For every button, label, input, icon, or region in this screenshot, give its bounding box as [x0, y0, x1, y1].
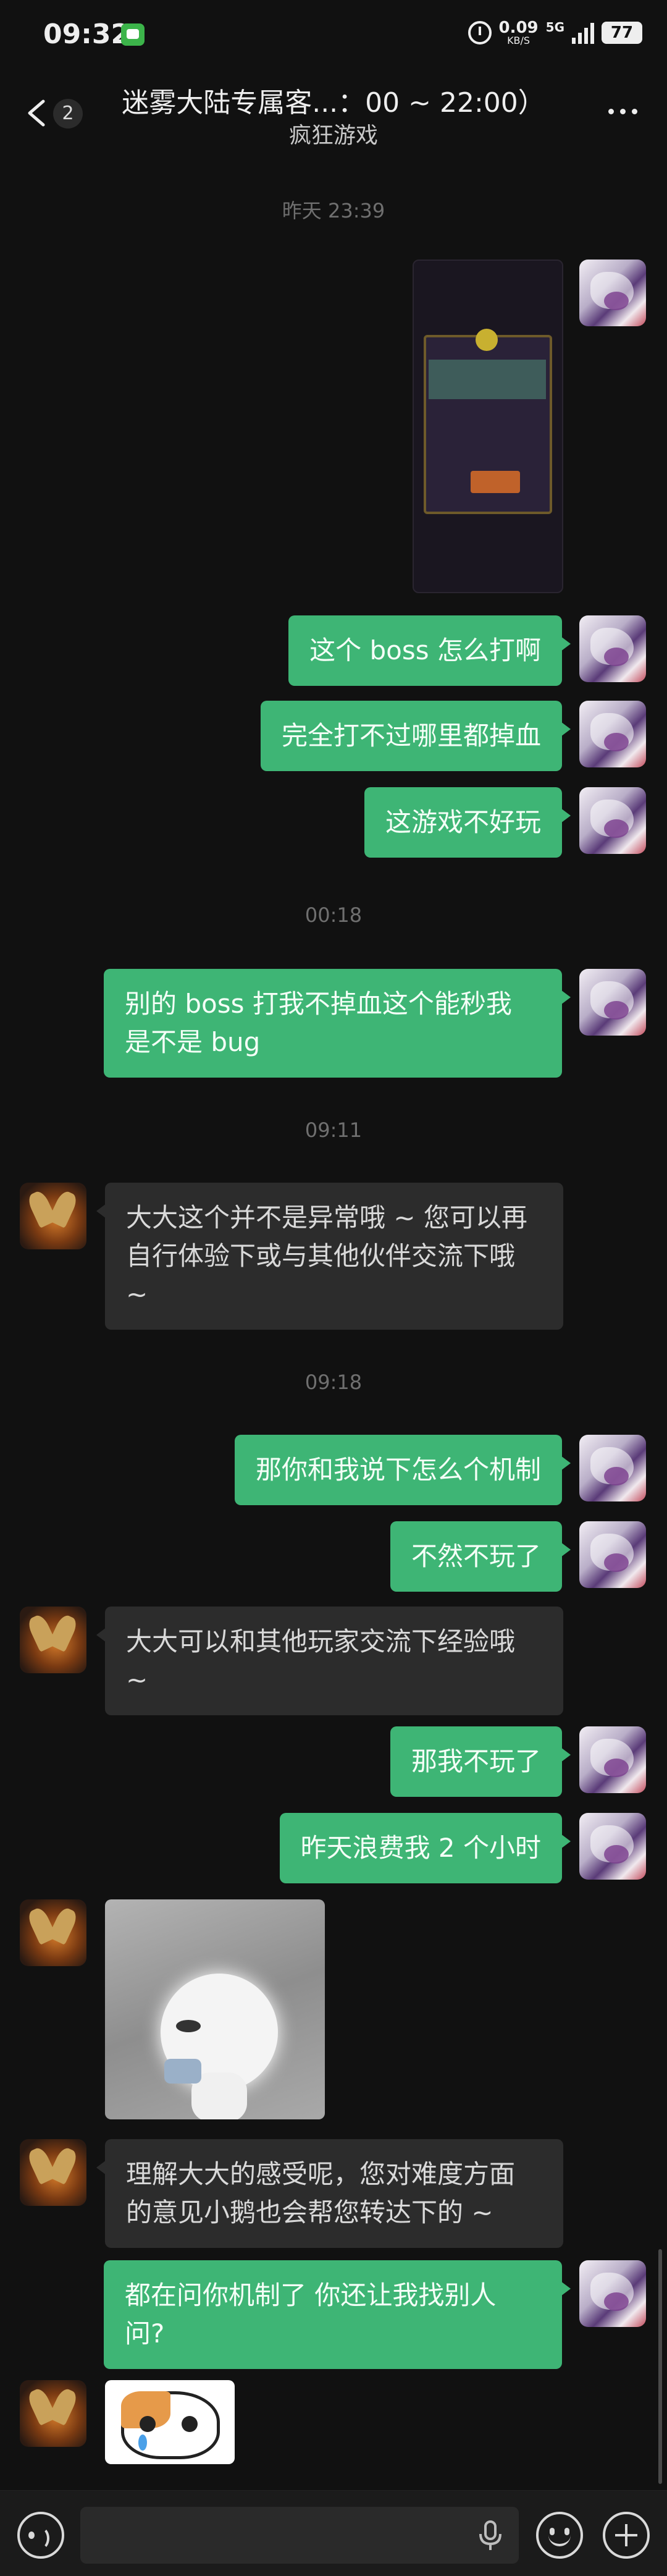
- service-avatar[interactable]: [20, 1183, 86, 1249]
- message-text-line: 大大可以和其他玩家交流下经验哦: [126, 1626, 516, 1657]
- message-text: 那我不玩了: [411, 1746, 541, 1776]
- my-avatar[interactable]: [579, 701, 646, 767]
- message-text-line: 大大这个并不是异常哦 ~ 您可以再: [126, 1202, 527, 1233]
- status-indicators: 0.09 KB/S 5G 77: [468, 20, 642, 46]
- more-options-icon[interactable]: [608, 109, 637, 114]
- message-text: 这个 boss 怎么打啊: [309, 635, 541, 665]
- sent-message[interactable]: 昨天浪费我 2 个小时: [279, 1813, 571, 1883]
- message-timestamp: 昨天 23:39: [282, 199, 385, 222]
- message-text-line: 的意见小鹅也会帮您转达下的 ~: [126, 2197, 493, 2228]
- message-text-line: ~: [126, 1665, 148, 1695]
- emoji-icon[interactable]: [536, 2512, 583, 2559]
- chat-notification-icon: [121, 23, 145, 46]
- message-text-line: 自行体验下或与其他伙伴交流下哦: [126, 1241, 516, 1271]
- battery-icon: 77: [602, 22, 642, 44]
- network-type: 5G: [545, 20, 564, 35]
- service-avatar[interactable]: [20, 1899, 86, 1966]
- message-text: 不然不玩了: [411, 1541, 541, 1571]
- back-icon[interactable]: [25, 99, 49, 127]
- message-timestamp: 09:18: [304, 1370, 363, 1394]
- service-avatar[interactable]: [20, 2380, 86, 2447]
- message-text-line: 都在问你机制了 你还让我找别人: [125, 2280, 497, 2310]
- service-avatar[interactable]: [20, 1607, 86, 1673]
- message-text-line: 别的 boss 打我不掉血这个能秒我: [125, 989, 512, 1019]
- my-avatar[interactable]: [579, 1726, 646, 1793]
- message-text-line: 是不是 bug: [125, 1027, 261, 1057]
- received-message[interactable]: 理解大大的感受呢，您对难度方面 的意见小鹅也会帮您转达下的 ~: [96, 2139, 563, 2248]
- chat-header: 2 迷雾大陆专属客...：00 ~ 22:00） 疯狂游戏: [0, 68, 667, 161]
- sent-message[interactable]: 这个 boss 怎么打啊: [288, 615, 571, 686]
- sent-message[interactable]: 完全打不过哪里都掉血: [260, 701, 571, 771]
- crying-cat-sticker[interactable]: [105, 2380, 235, 2464]
- my-avatar[interactable]: [579, 2260, 646, 2327]
- my-avatar[interactable]: [579, 1435, 646, 1501]
- add-more-icon[interactable]: [603, 2512, 650, 2559]
- message-timestamp: 00:18: [304, 903, 363, 927]
- message-input[interactable]: [80, 2507, 519, 2564]
- unread-count-badge[interactable]: 2: [53, 99, 83, 129]
- sent-message[interactable]: 不然不玩了: [390, 1521, 571, 1592]
- dog-image-message[interactable]: [105, 1899, 325, 2119]
- voice-mode-icon[interactable]: [17, 2512, 64, 2559]
- message-text: 这游戏不好玩: [385, 807, 541, 837]
- signal-icon: [572, 22, 594, 44]
- message-text: 完全打不过哪里都掉血: [281, 720, 541, 751]
- sent-message[interactable]: 都在问你机制了 你还让我找别人 问?: [104, 2260, 571, 2369]
- service-avatar[interactable]: [20, 2139, 86, 2206]
- received-message[interactable]: 大大这个并不是异常哦 ~ 您可以再 自行体验下或与其他伙伴交流下哦 ~: [96, 1183, 563, 1330]
- my-avatar[interactable]: [579, 615, 646, 682]
- sent-message[interactable]: 这游戏不好玩: [364, 787, 571, 858]
- chat-scrollbar[interactable]: [658, 2249, 662, 2484]
- my-avatar[interactable]: [579, 1813, 646, 1880]
- microphone-icon[interactable]: [477, 2520, 504, 2551]
- received-message[interactable]: 大大可以和其他玩家交流下经验哦 ~: [96, 1607, 563, 1715]
- sent-message[interactable]: 别的 boss 打我不掉血这个能秒我 是不是 bug: [104, 969, 571, 1078]
- message-text: 那你和我说下怎么个机制: [255, 1455, 541, 1485]
- chat-subtitle: 疯狂游戏: [288, 123, 378, 148]
- network-speed: 0.09 KB/S: [499, 20, 539, 46]
- my-avatar[interactable]: [579, 260, 646, 326]
- alarm-icon: [468, 21, 492, 44]
- message-text-line: 理解大大的感受呢，您对难度方面: [126, 2159, 516, 2189]
- message-text: 昨天浪费我 2 个小时: [300, 1833, 541, 1863]
- chat-title: 迷雾大陆专属客...：00 ~ 22:00）: [122, 87, 545, 119]
- network-speed-unit: KB/S: [507, 35, 531, 46]
- network-speed-value: 0.09: [498, 19, 539, 37]
- sent-message[interactable]: 那我不玩了: [390, 1726, 571, 1797]
- my-avatar[interactable]: [579, 1521, 646, 1588]
- message-text-line: 问?: [125, 2318, 165, 2349]
- sent-message[interactable]: 那你和我说下怎么个机制: [234, 1435, 571, 1505]
- my-avatar[interactable]: [579, 787, 646, 854]
- my-avatar[interactable]: [579, 969, 646, 1036]
- message-input-bar: [0, 2490, 667, 2576]
- message-timestamp: 09:11: [304, 1118, 363, 1142]
- message-text-line: ~: [126, 1279, 148, 1309]
- status-time: 09:32: [43, 19, 130, 50]
- status-bar: 09:32 0.09 KB/S 5G 77: [0, 0, 667, 68]
- screenshot-image-message[interactable]: [413, 260, 563, 593]
